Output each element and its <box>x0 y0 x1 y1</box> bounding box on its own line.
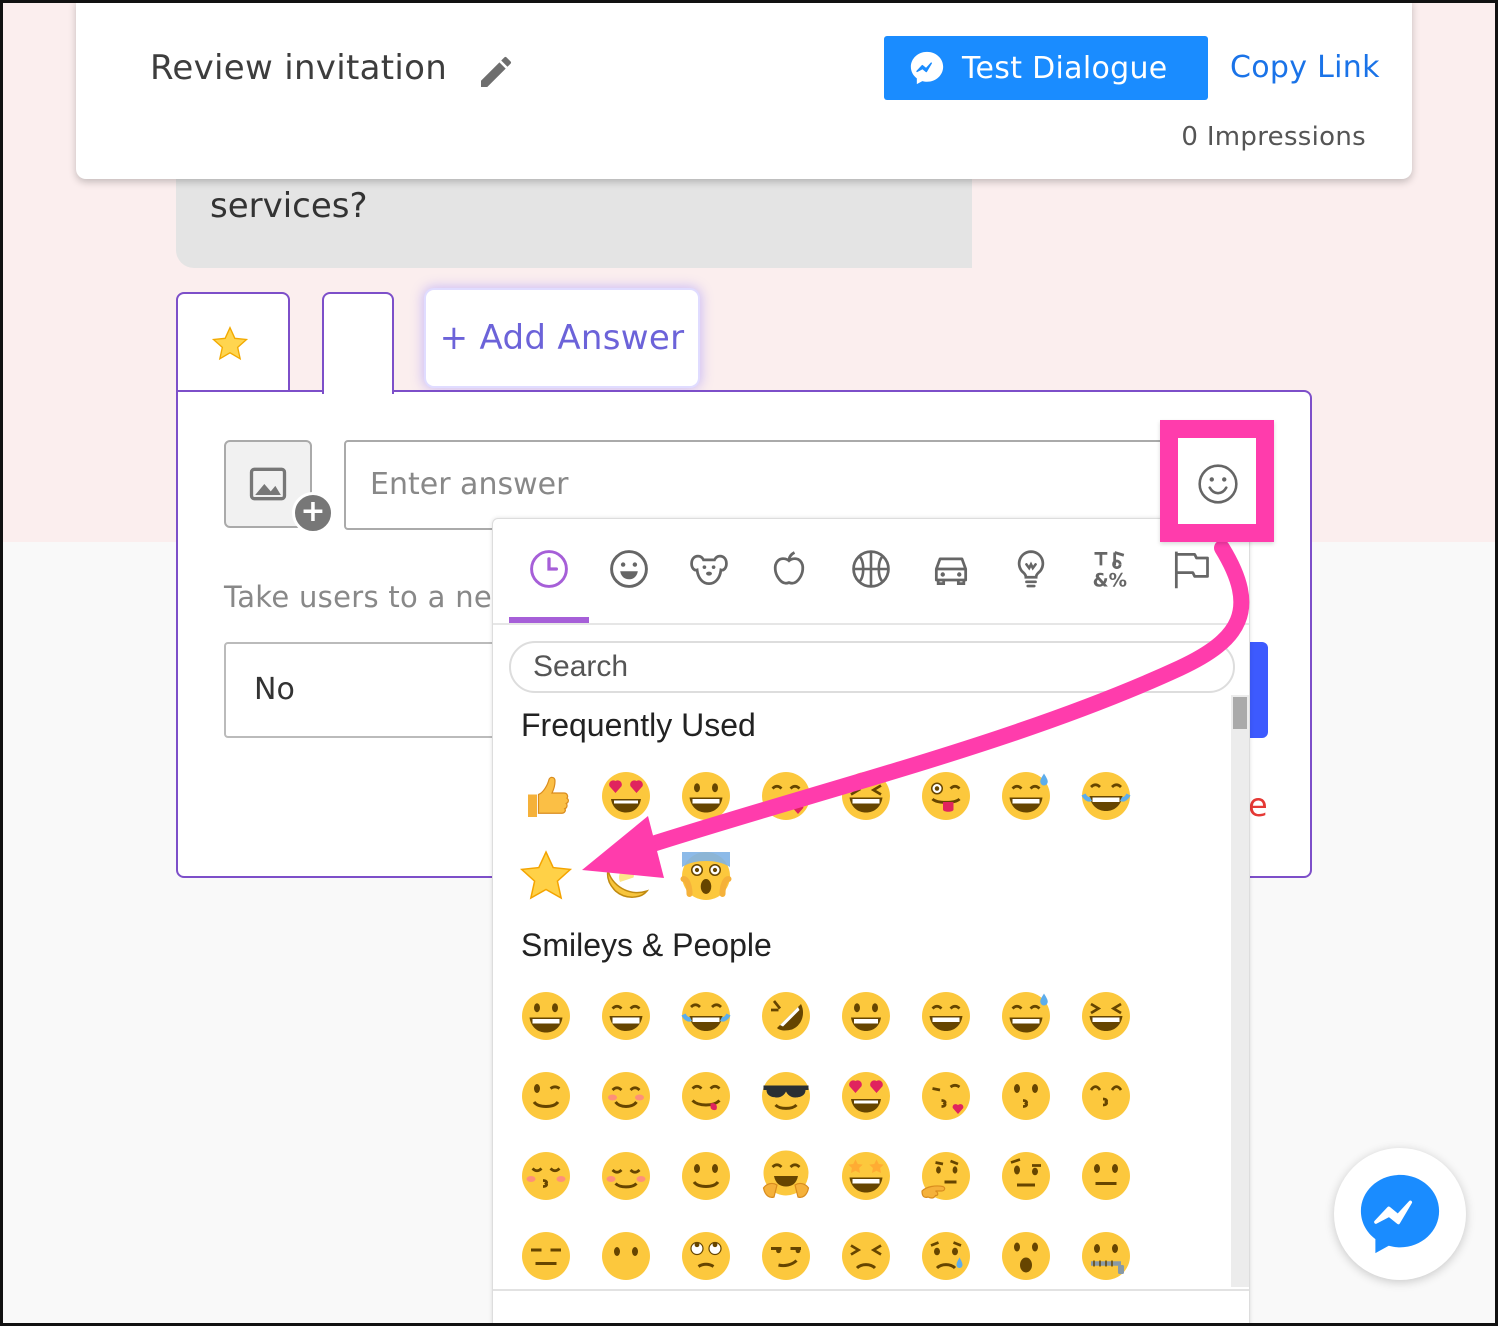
flag-icon[interactable] <box>1169 547 1213 591</box>
star-emoji[interactable] <box>519 849 573 903</box>
apple-icon[interactable] <box>767 547 811 591</box>
picker-scrollbar[interactable] <box>1231 695 1249 1287</box>
heart-eyes-2-emoji[interactable] <box>839 1069 893 1123</box>
pencil-icon[interactable] <box>476 52 516 92</box>
test-dialogue-button[interactable]: Test Dialogue <box>884 36 1208 100</box>
tears-of-joy-emoji[interactable] <box>679 989 733 1043</box>
impressions-count: 0 Impressions <box>1181 122 1366 152</box>
emoji-picker: &% Search Frequently Used Smileys & Peop… <box>492 518 1250 1326</box>
basketball-icon[interactable] <box>849 547 893 591</box>
copy-link[interactable]: Copy Link <box>1230 50 1380 85</box>
svg-text:&%: &% <box>1093 570 1127 591</box>
section-title-smileys-people: Smileys & People <box>521 927 772 963</box>
image-upload-button[interactable]: + <box>224 440 334 534</box>
grinning-emoji[interactable] <box>519 989 573 1043</box>
kissing-smiling-eyes-emoji[interactable] <box>1079 1069 1133 1123</box>
eye-roll-emoji[interactable] <box>679 1229 733 1283</box>
add-answer-button[interactable]: + Add Answer <box>426 290 698 386</box>
blush-emoji[interactable] <box>599 1069 653 1123</box>
messenger-chat-button[interactable] <box>1334 1148 1466 1280</box>
picker-footer-divider <box>493 1289 1249 1291</box>
rofl-emoji[interactable] <box>759 989 813 1043</box>
raised-eyebrow-emoji[interactable] <box>999 1149 1053 1203</box>
sweat-smile-emoji[interactable] <box>999 769 1053 823</box>
star-struck-emoji[interactable] <box>839 1149 893 1203</box>
thumbs-up-emoji[interactable] <box>519 769 573 823</box>
slightly-smiling-emoji[interactable] <box>679 1149 733 1203</box>
laughing-2-emoji[interactable] <box>1079 989 1133 1043</box>
scream-emoji[interactable] <box>679 849 733 903</box>
sweat-smile-2-emoji[interactable] <box>999 989 1053 1043</box>
section-title-frequently-used: Frequently Used <box>521 707 756 743</box>
lightbulb-icon[interactable] <box>1009 547 1053 591</box>
yum-emoji[interactable] <box>679 1069 733 1123</box>
joy-emoji[interactable] <box>1079 769 1133 823</box>
tab-answer-star[interactable] <box>176 292 290 392</box>
expressionless-emoji[interactable] <box>519 1229 573 1283</box>
tab-answer-active[interactable] <box>322 292 394 394</box>
kissing-heart-emoji[interactable] <box>759 769 813 823</box>
scrollbar-thumb[interactable] <box>1233 697 1247 729</box>
heart-eyes-emoji[interactable] <box>599 769 653 823</box>
take-users-label: Take users to a new <box>224 580 517 614</box>
kissing-emoji[interactable] <box>999 1069 1053 1123</box>
answer-input[interactable]: Enter answer <box>344 440 1244 530</box>
relaxed-emoji[interactable] <box>599 1149 653 1203</box>
persevere-emoji[interactable] <box>839 1229 893 1283</box>
emoji-search-input[interactable]: Search <box>509 641 1235 693</box>
wink-emoji[interactable] <box>519 1069 573 1123</box>
kissing-closed-eyes-emoji[interactable] <box>519 1149 573 1203</box>
smiley-emoji[interactable] <box>839 989 893 1043</box>
open-mouth-emoji[interactable] <box>999 1229 1053 1283</box>
active-category-indicator <box>509 617 589 623</box>
emoji-picker-toggle[interactable] <box>1160 420 1274 542</box>
disappointed-relieved-emoji[interactable] <box>919 1229 973 1283</box>
no-mouth-emoji[interactable] <box>599 1229 653 1283</box>
neutral-face-emoji[interactable] <box>1079 1149 1133 1203</box>
smirk-emoji[interactable] <box>759 1229 813 1283</box>
smiley-icon[interactable] <box>607 547 651 591</box>
symbols-icon[interactable]: &% <box>1089 547 1133 591</box>
image-icon <box>249 467 287 501</box>
smile-emoji[interactable] <box>919 989 973 1043</box>
star-icon <box>211 326 249 361</box>
page-title: Review invitation <box>150 48 448 88</box>
next-step-select[interactable]: No <box>224 642 524 738</box>
messenger-logo-icon <box>1360 1174 1440 1254</box>
grinning-face-emoji[interactable] <box>679 769 733 823</box>
grin-emoji[interactable] <box>599 989 653 1043</box>
zipper-mouth-emoji[interactable] <box>1079 1229 1133 1283</box>
car-icon[interactable] <box>929 547 973 591</box>
delete-link-fragment[interactable]: e <box>1248 786 1268 824</box>
banana-emoji[interactable] <box>599 849 653 903</box>
smiley-outline-icon <box>1198 464 1238 504</box>
plus-icon: + <box>292 492 334 534</box>
test-dialogue-label: Test Dialogue <box>962 50 1168 86</box>
dog-icon[interactable] <box>687 547 731 591</box>
laughing-emoji[interactable] <box>839 769 893 823</box>
thinking-emoji[interactable] <box>919 1149 973 1203</box>
zany-face-emoji[interactable] <box>919 769 973 823</box>
question-text: services? <box>210 186 368 226</box>
messenger-icon <box>910 51 944 85</box>
category-bar: &% <box>493 519 1249 625</box>
hugging-emoji[interactable] <box>759 1149 813 1203</box>
header-card: Review invitation Test Dialogue Copy Lin… <box>76 0 1412 179</box>
clock-icon[interactable] <box>527 547 571 591</box>
sunglasses-emoji[interactable] <box>759 1069 813 1123</box>
kissing-heart-2-emoji[interactable] <box>919 1069 973 1123</box>
